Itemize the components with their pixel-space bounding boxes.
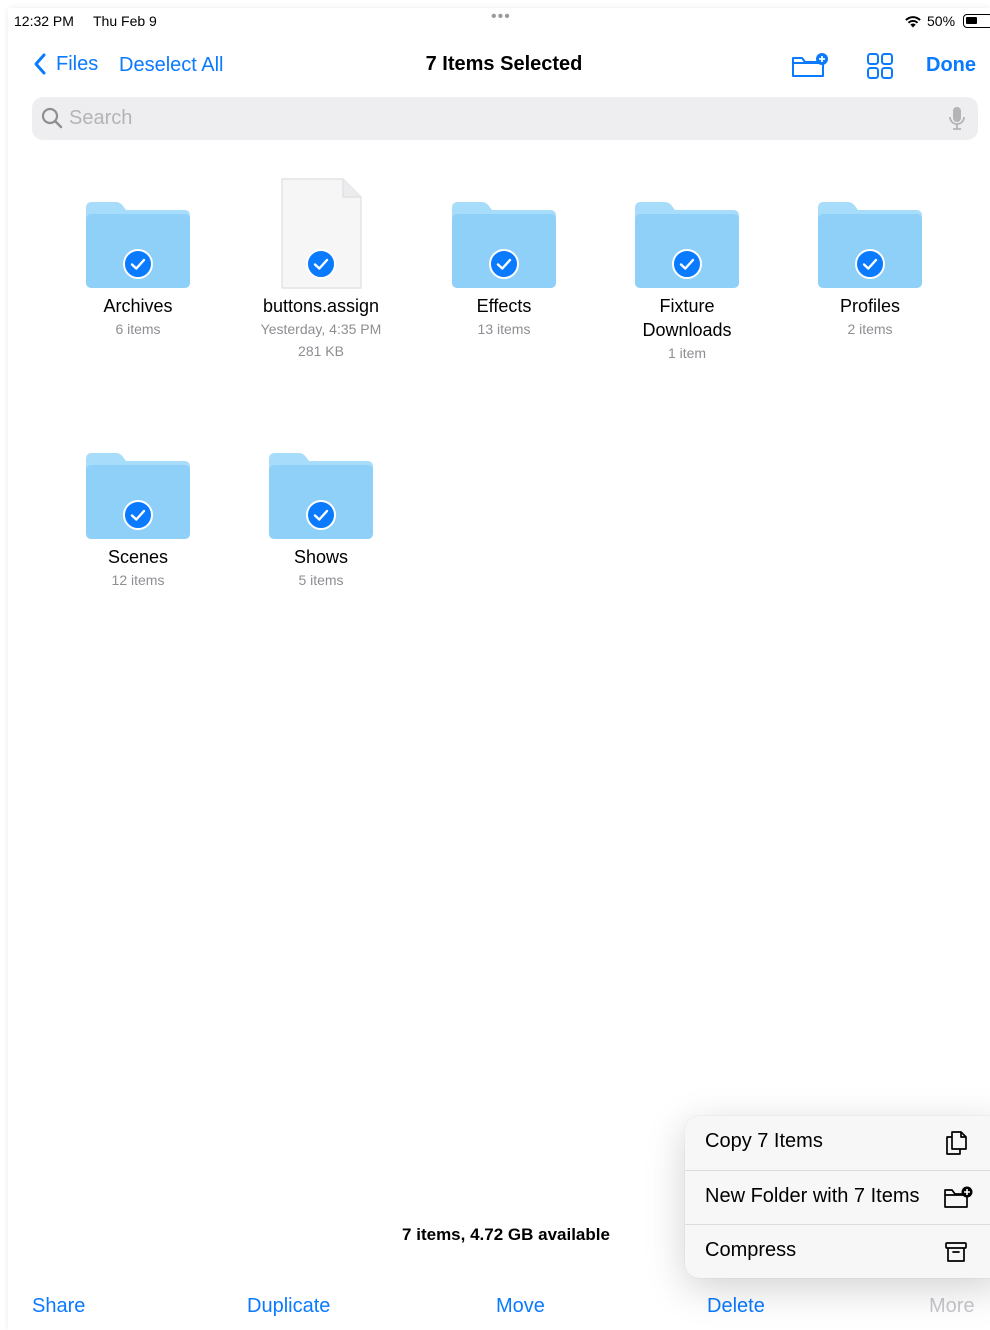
- item-name: Shows: [293, 547, 349, 567]
- item-meta: 5 items: [298, 572, 344, 588]
- file-item-buttons-assign[interactable]: buttons.assign Yesterday, 4:35 PM 281 KB: [231, 178, 411, 362]
- folder-icon: [86, 437, 190, 541]
- battery-percent: 50%: [927, 13, 956, 29]
- files-app: 12:32 PM Thu Feb 9 ••• 50% Files Deselec…: [8, 8, 990, 1330]
- item-meta: 13 items: [477, 321, 531, 337]
- menu-item-label: New Folder with 7 Items: [705, 1185, 920, 1207]
- item-name: Fixture Downloads: [642, 296, 732, 340]
- status-time: 12:32 PM: [14, 13, 74, 29]
- copy-icon: [946, 1131, 967, 1155]
- folder-item-profiles[interactable]: Profiles 2 items: [780, 186, 960, 340]
- checkmark-icon: [855, 249, 885, 279]
- bottom-toolbar: Share Duplicate Move Delete More: [8, 1288, 990, 1330]
- move-button[interactable]: Move: [496, 1295, 545, 1318]
- more-button[interactable]: More: [929, 1295, 975, 1318]
- checkmark-icon: [123, 249, 153, 279]
- folder-icon: [86, 186, 190, 290]
- item-name: Archives: [103, 296, 173, 316]
- back-label: Files: [56, 52, 99, 75]
- archive-box-icon: [945, 1242, 967, 1262]
- checkmark-icon: [489, 249, 519, 279]
- multitasking-dots[interactable]: •••: [491, 8, 511, 26]
- item-meta: 6 items: [115, 321, 161, 337]
- item-meta: 2 items: [847, 321, 893, 337]
- folder-item-effects[interactable]: Effects 13 items: [414, 186, 594, 340]
- more-menu: Copy 7 Items New Folder with 7 Items Com…: [685, 1116, 990, 1278]
- chevron-left-icon: [34, 53, 46, 75]
- folder-item-scenes[interactable]: Scenes 12 items: [48, 437, 228, 591]
- checkmark-icon: [123, 500, 153, 530]
- wifi-icon: [905, 16, 921, 28]
- checkmark-icon: [306, 500, 336, 530]
- microphone-icon[interactable]: [948, 106, 966, 132]
- folder-plus-icon: [944, 1186, 973, 1208]
- status-date: Thu Feb 9: [93, 13, 157, 29]
- done-button[interactable]: Done: [926, 54, 976, 77]
- grid-view-icon[interactable]: [866, 52, 894, 80]
- menu-item-copy[interactable]: Copy 7 Items: [685, 1116, 990, 1170]
- search-bar: [32, 97, 978, 140]
- folder-icon: [269, 437, 373, 541]
- folder-item-shows[interactable]: Shows 5 items: [231, 437, 411, 591]
- menu-item-new-folder[interactable]: New Folder with 7 Items: [685, 1170, 990, 1224]
- item-name: Effects: [476, 296, 532, 316]
- document-icon: [269, 178, 373, 290]
- menu-item-label: Copy 7 Items: [705, 1130, 823, 1152]
- item-meta: 12 items: [111, 572, 165, 588]
- share-button[interactable]: Share: [32, 1295, 85, 1318]
- menu-item-label: Compress: [705, 1239, 797, 1261]
- folder-icon: [452, 186, 556, 290]
- folder-item-archives[interactable]: Archives 6 items: [48, 186, 228, 340]
- item-name: Profiles: [839, 296, 901, 316]
- item-name: Scenes: [107, 547, 169, 567]
- page-title: 7 Items Selected: [425, 53, 583, 75]
- checkmark-icon: [306, 249, 336, 279]
- back-button[interactable]: Files: [32, 52, 98, 76]
- new-folder-icon[interactable]: [791, 53, 829, 79]
- item-size: 281 KB: [298, 343, 344, 359]
- item-meta: 1 item: [667, 345, 707, 361]
- folder-icon: [635, 186, 739, 290]
- battery-icon: [963, 14, 990, 28]
- search-icon: [41, 107, 63, 129]
- folder-item-fixture-downloads[interactable]: Fixture Downloads 1 item: [597, 186, 777, 364]
- delete-button[interactable]: Delete: [707, 1295, 765, 1318]
- navigation-bar: Files Deselect All 7 Items Selected Done: [8, 46, 990, 86]
- deselect-all-button[interactable]: Deselect All: [119, 54, 224, 77]
- folder-icon: [818, 186, 922, 290]
- item-name: buttons.assign: [262, 296, 380, 316]
- item-date: Yesterday, 4:35 PM: [260, 321, 382, 337]
- checkmark-icon: [672, 249, 702, 279]
- menu-item-compress[interactable]: Compress: [685, 1224, 990, 1278]
- duplicate-button[interactable]: Duplicate: [247, 1295, 330, 1318]
- status-bar: 12:32 PM Thu Feb 9 ••• 50%: [8, 8, 990, 34]
- search-input[interactable]: [69, 103, 919, 133]
